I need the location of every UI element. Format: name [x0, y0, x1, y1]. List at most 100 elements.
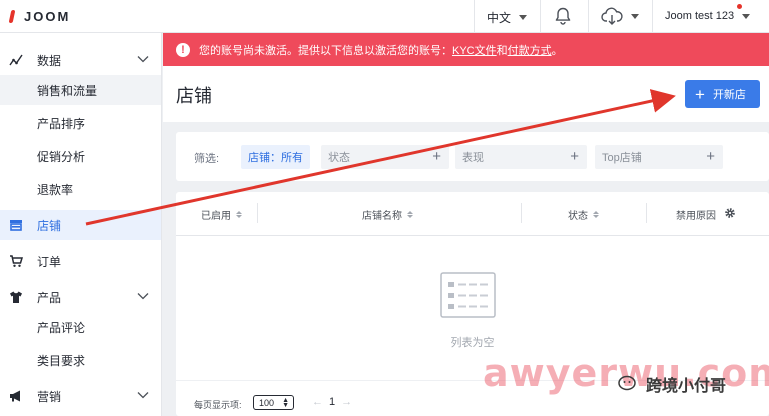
top-bar: JOOM 中文 Joom test 123	[0, 0, 769, 33]
watermark-brand: 跨境小付哥	[618, 372, 726, 396]
kyc-link[interactable]: KYC文件	[452, 45, 497, 57]
plus-icon: +	[706, 148, 715, 165]
page-title: 店铺	[176, 86, 212, 106]
divider	[652, 0, 653, 33]
chevron-down-icon	[137, 293, 149, 300]
column-label: 状态	[568, 211, 588, 222]
chip-label: Top店铺	[602, 152, 642, 164]
megaphone-icon	[10, 390, 20, 402]
sort-icon	[236, 211, 242, 218]
chevron-down-icon	[137, 56, 149, 63]
caret-down-icon	[742, 13, 751, 19]
per-page-value: 100	[259, 397, 275, 408]
caret-down-icon	[631, 13, 639, 19]
logo-text: JOOM	[24, 9, 71, 24]
table-header: 已启用 店铺名称 状态 禁用原因	[176, 192, 769, 236]
chip-label: 店铺：所有	[248, 152, 303, 164]
joom-logo[interactable]: JOOM	[8, 8, 71, 25]
language-label: 中文	[487, 11, 512, 25]
watermark-brand-text: 跨境小付哥	[646, 378, 727, 395]
notification-dot	[737, 4, 742, 9]
column-divider	[646, 203, 647, 223]
filter-chip-store[interactable]: 店铺：所有	[241, 145, 310, 169]
column-label: 店铺名称	[362, 211, 402, 222]
sidebar-item-data[interactable]: 数据	[0, 45, 161, 75]
column-label: 已启用	[201, 211, 231, 222]
sidebar-item-label: 营销	[37, 389, 62, 404]
sort-icon	[407, 211, 413, 218]
store-icon	[10, 220, 22, 231]
empty-list-icon	[440, 272, 496, 318]
divider	[588, 0, 589, 33]
page-header: 店铺 + 开新店	[163, 66, 769, 122]
sidebar-item-category-requirements[interactable]: 类目要求	[0, 345, 161, 375]
alert-period: 。	[551, 44, 563, 57]
alert-message: 您的账号尚未激活。提供以下信息以激活您的账号：	[199, 44, 452, 57]
filter-chip-performance[interactable]: 表现 +	[455, 145, 587, 169]
sidebar: 数据 销售和流量 产品排序 促销分析 退款率 店铺 订单 产品 产品评论 类目要…	[0, 33, 162, 416]
plus-icon: +	[432, 148, 441, 165]
sidebar-item-promo-analysis[interactable]: 促销分析	[0, 141, 161, 171]
activation-alert: ! 您的账号尚未激活。提供以下信息以激活您的账号：KYC文件和付款方式。	[163, 33, 769, 66]
cloud-download-menu[interactable]	[601, 7, 639, 25]
user-menu[interactable]: Joom test 123	[665, 10, 751, 22]
sidebar-item-products[interactable]: 产品	[0, 282, 161, 312]
caret-down-icon	[519, 15, 528, 20]
divider	[474, 0, 475, 33]
sidebar-item-label: 产品排序	[37, 116, 86, 131]
per-page-label: 每页显示项:	[194, 400, 242, 410]
sidebar-item-sales-traffic[interactable]: 销售和流量	[0, 75, 161, 105]
column-status[interactable]: 状态	[568, 207, 599, 222]
exclamation-icon: !	[176, 42, 190, 57]
sidebar-item-label: 店铺	[37, 218, 62, 233]
payment-method-link[interactable]: 付款方式	[508, 45, 552, 57]
filter-chip-top-store[interactable]: Top店铺 +	[595, 145, 723, 169]
per-page-select[interactable]: 100 ▲ ▼	[253, 395, 294, 410]
column-disable-reason[interactable]: 禁用原因	[676, 207, 716, 222]
sidebar-item-refund-rate[interactable]: 退款率	[0, 174, 161, 204]
language-selector[interactable]: 中文	[487, 9, 528, 26]
sidebar-item-label: 订单	[37, 254, 62, 269]
filter-label: 筛选:	[194, 153, 220, 165]
chip-label: 表现	[462, 152, 484, 164]
sidebar-item-label: 退款率	[37, 182, 74, 197]
column-enabled[interactable]: 已启用	[201, 207, 242, 222]
column-divider	[521, 203, 522, 223]
sidebar-item-product-reviews[interactable]: 产品评论	[0, 312, 161, 342]
column-label: 禁用原因	[676, 211, 716, 222]
sidebar-item-marketing[interactable]: 营销	[0, 381, 161, 411]
column-store-name[interactable]: 店铺名称	[362, 207, 413, 222]
divider	[540, 0, 541, 33]
filter-bar: 筛选: 店铺：所有 状态 + 表现 + Top店铺 +	[176, 132, 769, 181]
open-store-button[interactable]: + 开新店	[685, 80, 760, 108]
sidebar-item-label: 产品	[37, 290, 62, 305]
stepper-icon: ▲ ▼	[282, 397, 289, 409]
sidebar-item-label: 数据	[37, 53, 62, 68]
alert-text: 您的账号尚未激活。提供以下信息以激活您的账号：KYC文件和付款方式。	[199, 42, 563, 58]
column-divider	[257, 203, 258, 223]
pagination: ← 1 →	[306, 396, 358, 408]
plus-icon: +	[570, 148, 579, 165]
sidebar-item-label: 类目要求	[37, 353, 86, 368]
sort-icon	[593, 211, 599, 218]
sidebar-item-label: 产品评论	[37, 320, 86, 335]
chart-line-icon	[9, 54, 23, 66]
cart-icon	[10, 255, 23, 267]
empty-list-text: 列表为空	[450, 337, 495, 349]
sidebar-item-orders[interactable]: 订单	[0, 246, 161, 276]
sidebar-item-label: 销售和流量	[37, 83, 98, 98]
prev-page-icon[interactable]: ←	[312, 396, 323, 408]
wechat-icon	[618, 375, 636, 391]
cloud-download-icon	[601, 7, 623, 25]
next-page-icon[interactable]: →	[341, 396, 352, 408]
user-name: Joom test 123	[665, 10, 735, 22]
filter-chip-status[interactable]: 状态 +	[321, 145, 449, 169]
gear-icon[interactable]	[724, 207, 736, 219]
sidebar-item-stores[interactable]: 店铺	[0, 210, 161, 240]
current-page[interactable]: 1	[329, 396, 335, 408]
bell-icon[interactable]	[553, 6, 573, 31]
chevron-down-icon	[137, 392, 149, 399]
sidebar-item-product-ranking[interactable]: 产品排序	[0, 108, 161, 138]
plus-icon: +	[695, 84, 705, 104]
open-store-label: 开新店	[712, 89, 746, 101]
